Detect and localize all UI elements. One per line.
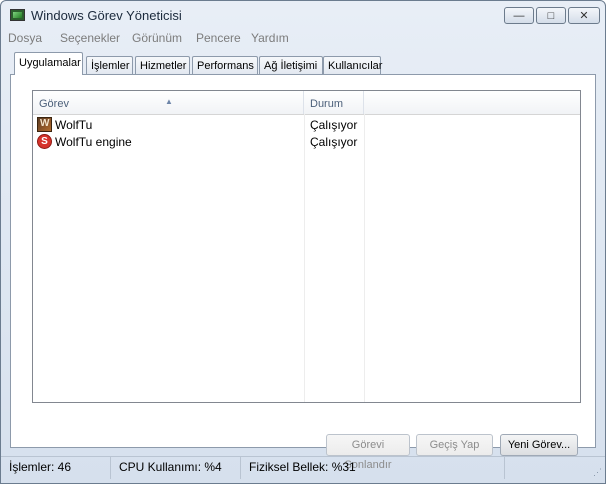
window-title: Windows Görev Yöneticisi: [31, 8, 182, 23]
tab-performans[interactable]: Performans: [192, 56, 258, 74]
minimize-icon: —: [513, 9, 525, 22]
menu-gorunum[interactable]: Görünüm: [132, 31, 182, 45]
title-bar[interactable]: Windows Görev Yöneticisi — □ ✕: [1, 1, 605, 29]
column-divider: [304, 114, 305, 402]
main-content: Uygulamalar İşlemler Hizmetler Performan…: [8, 51, 597, 471]
status-cpu: CPU Kullanımı: %4: [111, 457, 241, 479]
tab-label: Performans: [197, 60, 254, 72]
tab-label: İşlemler: [91, 60, 130, 72]
close-icon: ✕: [579, 10, 589, 22]
wolf-app-icon: [37, 117, 52, 132]
resize-grip-icon[interactable]: ⋰: [593, 467, 603, 477]
status-bar: İşlemler: 46 CPU Kullanımı: %4 Fiziksel …: [1, 456, 605, 479]
tab-uygulamalar[interactable]: Uygulamalar: [14, 52, 83, 75]
status-memory: Fiziksel Bellek: %31: [241, 457, 505, 479]
menu-pencere[interactable]: Pencere: [196, 31, 241, 45]
tab-label: Uygulamalar: [19, 57, 81, 69]
tab-label: Hizmetler: [140, 60, 187, 72]
menu-dosya[interactable]: Dosya: [8, 31, 42, 45]
menu-secenekler[interactable]: Seçenekler: [60, 31, 120, 45]
status-processes: İşlemler: 46: [1, 457, 111, 479]
list-item[interactable]: WolfTu Çalışıyor: [37, 117, 577, 134]
new-task-button[interactable]: Yeni Görev...: [500, 434, 578, 456]
list-header: ▲ Görev Durum: [33, 91, 580, 115]
sort-ascending-icon: ▲: [165, 97, 173, 106]
tab-label: Kullanıcılar: [328, 60, 383, 72]
task-manager-window: Windows Görev Yöneticisi — □ ✕ Dosya Seç…: [0, 0, 606, 484]
list-item[interactable]: S WolfTu engine Çalışıyor: [37, 134, 577, 151]
close-button[interactable]: ✕: [568, 7, 600, 24]
task-status: Çalışıyor: [310, 135, 358, 149]
column-label: Görev: [39, 98, 69, 110]
column-header-gorev[interactable]: ▲ Görev: [33, 91, 304, 114]
column-header-durum[interactable]: Durum: [304, 91, 364, 114]
tab-hizmetler[interactable]: Hizmetler: [135, 56, 190, 74]
maximize-button[interactable]: □: [536, 7, 566, 24]
menu-yardim[interactable]: Yardım: [251, 31, 289, 45]
tab-islemler[interactable]: İşlemler: [86, 56, 133, 74]
task-name: WolfTu: [55, 118, 93, 132]
switch-to-button[interactable]: Geçiş Yap: [416, 434, 493, 456]
end-task-button[interactable]: Görevi Sonlandır: [326, 434, 410, 471]
s-engine-icon: S: [37, 134, 52, 149]
maximize-icon: □: [547, 9, 555, 22]
tab-kullanicilar[interactable]: Kullanıcılar: [323, 56, 383, 74]
tab-ag-iletisimi[interactable]: Ağ İletişimi: [259, 56, 323, 74]
applications-panel: ▲ Görev Durum WolfTu Çalışıyor S Wolf: [10, 74, 596, 471]
menu-bar: Dosya Seçenekler Görünüm Pencere Yardım: [1, 29, 605, 48]
applications-list[interactable]: ▲ Görev Durum WolfTu Çalışıyor S Wolf: [32, 90, 581, 403]
task-name: WolfTu engine: [55, 135, 132, 149]
task-status: Çalışıyor: [310, 118, 358, 132]
column-divider: [364, 114, 365, 402]
minimize-button[interactable]: —: [504, 7, 534, 24]
task-manager-icon: [10, 9, 25, 21]
tab-label: Ağ İletişimi: [264, 60, 318, 72]
column-label: Durum: [310, 98, 344, 110]
